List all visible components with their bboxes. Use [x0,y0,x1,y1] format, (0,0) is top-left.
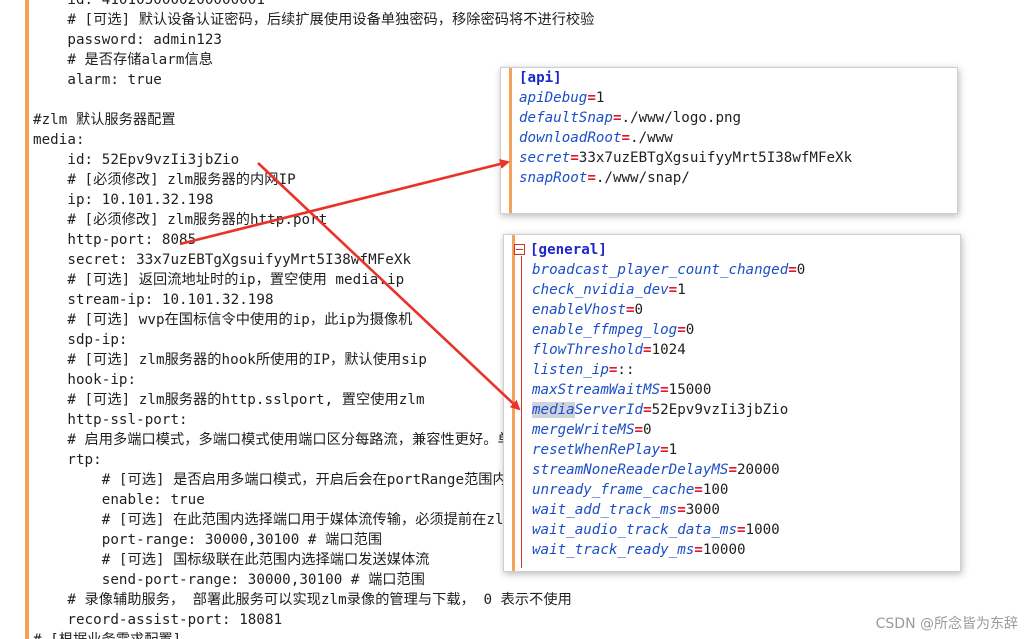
config-value: 1 [595,90,605,106]
equals-sign: = [634,422,644,438]
config-value: ./www [630,130,673,146]
config-entry[interactable]: mediaServerId=52Epv9vzIi3jbZio [532,400,805,420]
section-header-api: [api] [519,70,562,86]
equals-sign: = [677,322,686,338]
equals-sign: = [728,462,738,478]
equals-sign: = [587,90,596,106]
config-key: snapRoot [519,170,588,186]
config-value: 0 [634,302,644,318]
config-value: :: [617,362,635,378]
config-entry[interactable]: listen_ip=:: [532,360,805,380]
config-value: 20000 [737,462,780,478]
config-key: broadcast_player_count_changed [532,262,789,278]
equals-sign: = [643,402,652,418]
config-entry[interactable]: wait_add_track_ms=3000 [532,500,805,520]
editor-line[interactable]: # 录像辅助服务， 部署此服务可以实现zlm录像的管理与下载， 0 表示不使用 [33,590,859,610]
config-key: wait_track_ready_ms [532,542,695,558]
equals-sign: = [570,150,579,166]
config-entry[interactable]: resetWhenRePlay=1 [532,440,805,460]
general-config-popup: [general] broadcast_player_count_changed=… [503,234,961,572]
editor-gutter-bar [25,0,29,639]
config-key: wait_audio_track_data_ms [532,522,737,538]
equals-sign: = [587,170,596,186]
editor-line[interactable]: password: admin123 [33,30,859,50]
config-value: 33x7uzEBTgXgsuifyyMrt5I38wfMFeXk [578,150,853,166]
config-entry[interactable]: apiDebug=1 [519,88,852,108]
config-key: secret [519,150,571,166]
config-value: 1 [677,282,686,298]
equals-sign: = [625,302,635,318]
config-entry[interactable]: wait_track_ready_ms=10000 [532,540,805,560]
config-key: check_nvidia_dev [532,282,669,298]
config-value: 100 [702,482,729,498]
config-key: resetWhenRePlay [532,442,661,458]
config-key: enableVhost [532,302,626,318]
config-entry[interactable]: snapRoot=./www/snap/ [519,168,852,188]
api-config-lines: [api] apiDebug=1 defaultSnap=./www/logo.pn… [519,68,852,188]
config-key: wait_add_track_ms [532,502,678,518]
config-key: mediaServerId [532,402,644,418]
config-entry[interactable]: enable_ffmpeg_log=0 [532,320,805,340]
config-value: 15000 [668,382,712,398]
general-entries: broadcast_player_count_changed=0 check_nv… [514,260,805,560]
config-value: 0 [685,322,695,338]
equals-sign: = [694,482,703,498]
config-key: unready_frame_cache [532,482,695,498]
config-entry[interactable]: maxStreamWaitMS=15000 [532,380,805,400]
config-key: apiDebug [519,90,588,106]
equals-sign: = [621,130,631,146]
config-value: 0 [643,422,652,438]
config-entry[interactable]: streamNoneReaderDelayMS=20000 [532,460,805,480]
editor-line[interactable]: send-port-range: 30000,30100 # 端口范围 [33,570,859,590]
config-value: 0 [796,262,806,278]
general-config-lines: [general] broadcast_player_count_changed=… [514,240,805,560]
config-entry[interactable]: mergeWriteMS=0 [532,420,805,440]
config-entry[interactable]: secret=33x7uzEBTgXgsuifyyMrt5I38wfMFeXk [519,148,852,168]
editor-line[interactable]: record-assist-port: 18081 [33,610,859,630]
equals-sign: = [660,442,669,458]
config-value: ./www/logo.png [621,110,742,126]
section-header-general: [general] [514,240,805,260]
config-entry[interactable]: unready_frame_cache=100 [532,480,805,500]
config-value: 10000 [702,542,746,558]
config-entry[interactable]: broadcast_player_count_changed=0 [532,260,805,280]
config-value: 1 [668,442,678,458]
config-key: flowThreshold [532,342,644,358]
config-entry[interactable]: defaultSnap=./www/logo.png [519,108,852,128]
config-entry[interactable]: flowThreshold=1024 [532,340,805,360]
config-value: 1000 [745,522,780,538]
config-value: 1024 [651,342,686,358]
config-entry[interactable]: check_nvidia_dev=1 [532,280,805,300]
equals-sign: = [694,542,703,558]
editor-line[interactable]: # [根据业务需求配置] [33,630,859,639]
editor-line[interactable]: # [可选] 默认设备认证密码，后续扩展使用设备单独密码，移除密码将不进行校验 [33,10,859,30]
section-title: [general] [530,242,607,258]
equals-sign: = [643,342,652,358]
config-key: listen_ip [532,362,609,378]
equals-sign: = [668,282,678,298]
config-key: maxStreamWaitMS [532,382,661,398]
api-config-popup: [api] apiDebug=1 defaultSnap=./www/logo.pn… [500,67,958,214]
config-key: downloadRoot [519,130,622,146]
config-entry[interactable]: wait_audio_track_data_ms=1000 [532,520,805,540]
equals-sign: = [737,522,746,538]
watermark-text: CSDN @所念皆为东辞 [875,616,1018,632]
config-entry[interactable]: enableVhost=0 [532,300,805,320]
fold-collapse-icon[interactable] [514,244,525,255]
config-key: streamNoneReaderDelayMS [532,462,729,478]
config-value: ./www/snap/ [595,170,690,186]
editor-line[interactable]: id: 4101050000200000001 [33,0,859,10]
equals-sign: = [612,110,622,126]
config-key: mergeWriteMS [532,422,635,438]
equals-sign: = [660,382,669,398]
popup-gutter-bar [509,68,512,213]
config-value: 3000 [685,502,720,518]
config-value: 52Epv9vzIi3jbZio [651,402,789,418]
config-key: enable_ffmpeg_log [532,322,678,338]
equals-sign: = [788,262,797,278]
config-key: defaultSnap [519,110,613,126]
equals-sign: = [677,502,686,518]
config-entry[interactable]: downloadRoot=./www [519,128,852,148]
